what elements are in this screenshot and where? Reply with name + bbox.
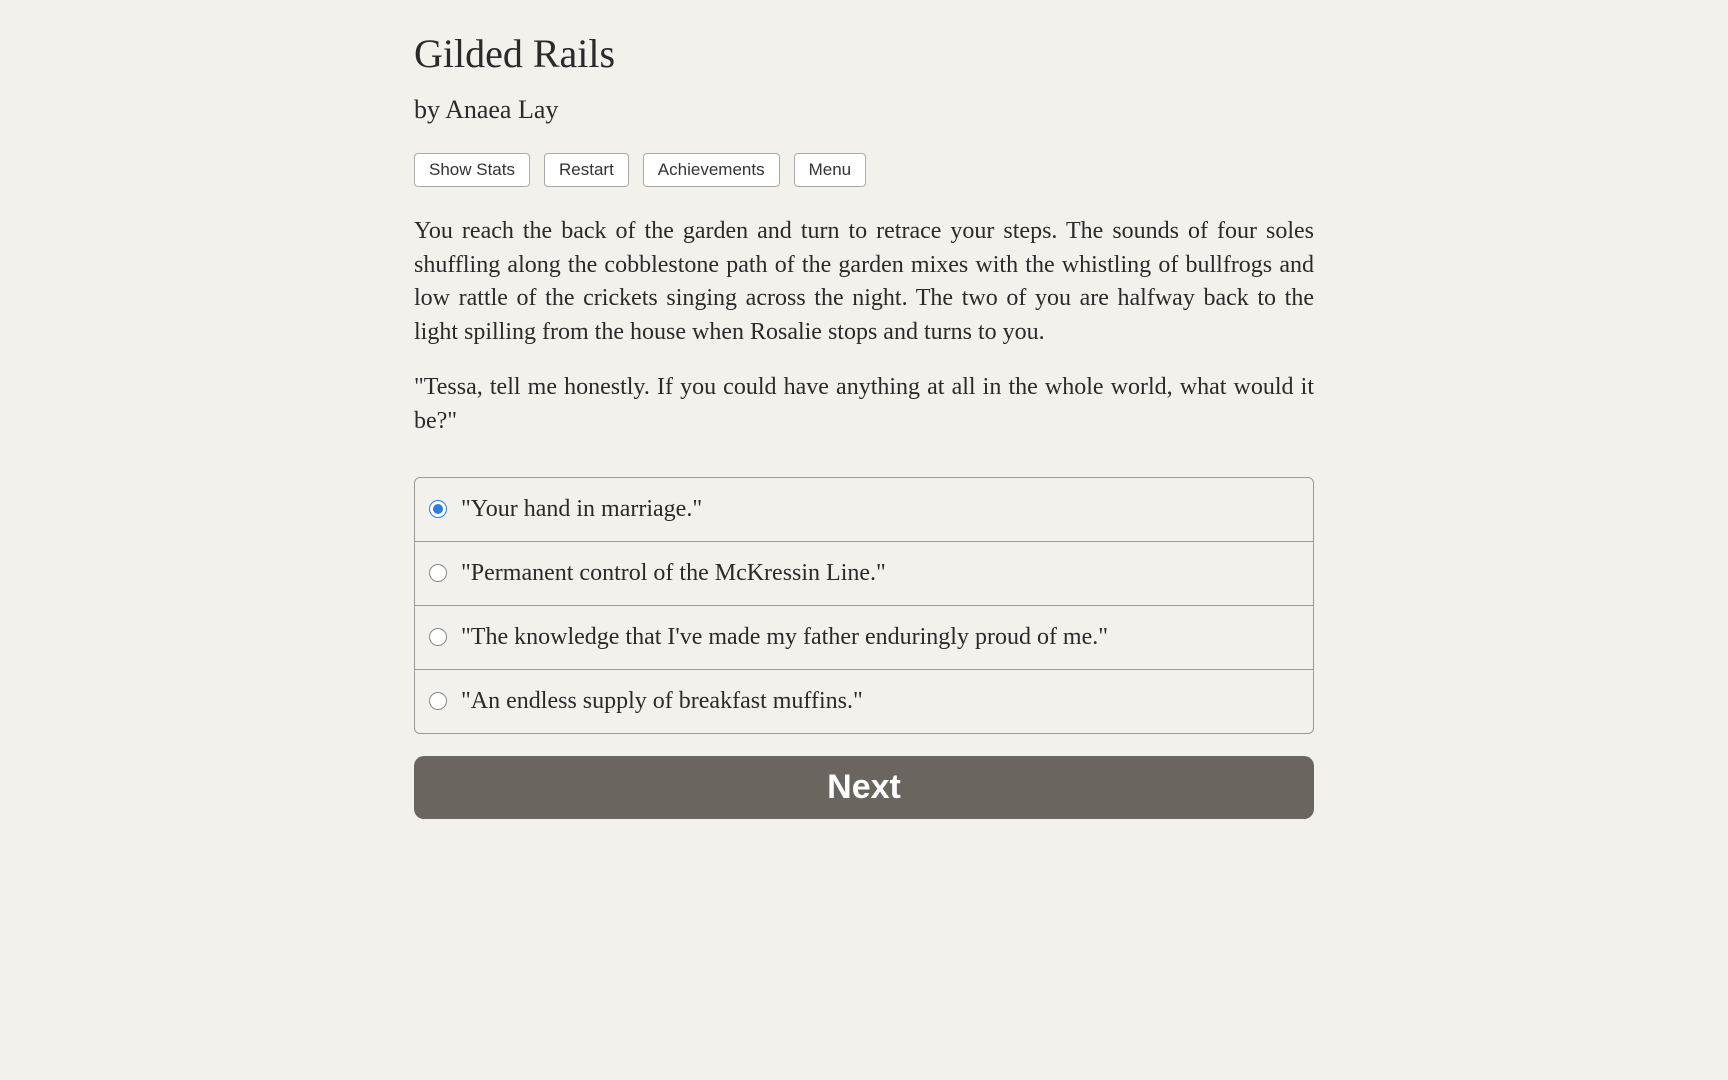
choice-option[interactable]: "An endless supply of breakfast muffins.… (415, 670, 1313, 733)
choice-option[interactable]: "Permanent control of the McKressin Line… (415, 542, 1313, 606)
story-paragraph: You reach the back of the garden and tur… (414, 215, 1314, 349)
show-stats-button[interactable]: Show Stats (414, 153, 530, 187)
radio-icon (429, 564, 447, 582)
radio-icon (429, 692, 447, 710)
next-button[interactable]: Next (414, 756, 1314, 819)
author-byline: by Anaea Lay (414, 95, 1314, 125)
achievements-button[interactable]: Achievements (643, 153, 780, 187)
choice-label: "Your hand in marriage." (461, 496, 702, 523)
story-paragraph: "Tessa, tell me honestly. If you could h… (414, 371, 1314, 438)
choice-label: "The knowledge that I've made my father … (461, 624, 1108, 651)
choice-option[interactable]: "Your hand in marriage." (415, 478, 1313, 542)
restart-button[interactable]: Restart (544, 153, 629, 187)
main-container: Gilded Rails by Anaea Lay Show Stats Res… (414, 0, 1314, 859)
radio-icon (429, 628, 447, 646)
radio-icon (429, 500, 447, 518)
page-title: Gilded Rails (414, 30, 1314, 77)
choice-label: "An endless supply of breakfast muffins.… (461, 688, 863, 715)
choice-label: "Permanent control of the McKressin Line… (461, 560, 886, 587)
choice-option[interactable]: "The knowledge that I've made my father … (415, 606, 1313, 670)
menu-button[interactable]: Menu (794, 153, 867, 187)
choices-list: "Your hand in marriage." "Permanent cont… (414, 477, 1314, 734)
toolbar: Show Stats Restart Achievements Menu (414, 153, 1314, 187)
